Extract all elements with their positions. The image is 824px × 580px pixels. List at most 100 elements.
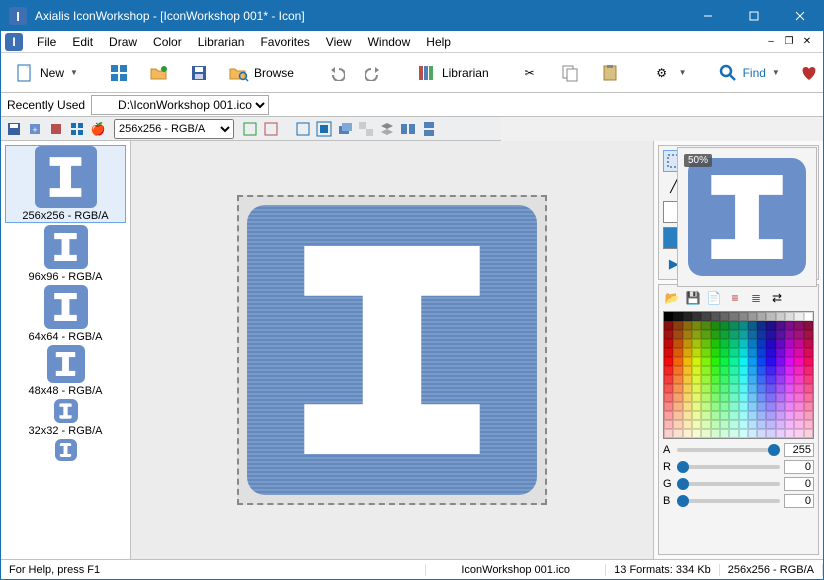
find-button[interactable]: Find ▼ (710, 58, 787, 88)
recent-select[interactable]: D:\IconWorkshop 001.ico (91, 95, 269, 115)
menu-view[interactable]: View (318, 33, 360, 51)
resolution-item[interactable]: 64x64 - RGB/A (5, 285, 126, 343)
app-icon: I (9, 7, 27, 25)
recent-combo[interactable]: I D:\IconWorkshop 001.ico (91, 95, 817, 115)
palette-new-icon[interactable]: 📄 (705, 289, 723, 307)
mdi-minimize-icon[interactable]: – (763, 35, 779, 49)
alpha-slider[interactable] (677, 448, 780, 452)
recent-label: Recently Used (7, 98, 85, 112)
status-help: For Help, press F1 (1, 564, 426, 576)
menu-bar: I File Edit Draw Color Librarian Favorit… (1, 31, 823, 53)
title-bar: I Axialis IconWorkshop - [IconWorkshop 0… (1, 1, 823, 31)
chevron-down-icon: ▼ (679, 68, 687, 77)
green-label: G (663, 478, 673, 490)
palette-swap-icon[interactable]: ⇄ (768, 289, 786, 307)
redo-button[interactable] (357, 58, 393, 88)
save-button[interactable] (181, 58, 217, 88)
canvas-area[interactable] (131, 141, 653, 559)
paste-icon (599, 62, 621, 84)
minimize-button[interactable] (685, 1, 731, 31)
alpha-value[interactable]: 255 (784, 443, 814, 457)
menu-favorites[interactable]: Favorites (252, 33, 317, 51)
new-label: New (40, 66, 64, 80)
layers-icon[interactable] (336, 120, 354, 138)
cut-button[interactable]: ✂ (512, 58, 548, 88)
mdi-controls: – ❐ ✕ (763, 35, 819, 49)
resolution-item[interactable]: 48x48 - RGB/A (5, 345, 126, 397)
librarian-label: Librarian (442, 66, 489, 80)
resolution-list[interactable]: 256x256 - RGB/A 96x96 - RGB/A64x64 - RGB/… (1, 141, 130, 559)
menu-help[interactable]: Help (418, 33, 459, 51)
menu-color[interactable]: Color (145, 33, 190, 51)
tile-h-icon[interactable] (399, 120, 417, 138)
resolution-select[interactable]: 256x256 - RGB/A (114, 119, 234, 139)
menu-file[interactable]: File (29, 33, 64, 51)
books-icon (416, 62, 438, 84)
undo-icon (324, 62, 346, 84)
green-value[interactable]: 0 (784, 477, 814, 491)
folder-open-icon (148, 62, 170, 84)
heart-icon (798, 62, 820, 84)
find-label: Find (743, 66, 766, 80)
status-bar: For Help, press F1 IconWorkshop 001.ico … (1, 559, 823, 579)
search-icon (717, 62, 739, 84)
save-format-icon[interactable] (5, 120, 23, 138)
resolution-item[interactable]: 32x32 - RGB/A (5, 399, 126, 437)
open-button[interactable] (141, 58, 177, 88)
color-palette[interactable] (663, 311, 814, 439)
resolution-label: 32x32 - RGB/A (29, 425, 103, 437)
maximize-button[interactable] (731, 1, 777, 31)
settings-button[interactable]: ⚙▼ (644, 58, 694, 88)
mdi-restore-icon[interactable]: ❐ (781, 35, 797, 49)
palette-save-icon[interactable]: 💾 (684, 289, 702, 307)
copy-button[interactable] (552, 58, 588, 88)
red-slider[interactable] (677, 465, 780, 469)
transparency-icon[interactable] (357, 120, 375, 138)
resolution-label: 256x256 - RGB/A (22, 210, 108, 222)
new-button[interactable]: New ▼ (7, 58, 85, 88)
zoom-fit-icon[interactable] (294, 120, 312, 138)
delete-format-icon[interactable] (47, 120, 65, 138)
zoom-badge: 50% (684, 154, 712, 167)
menu-draw[interactable]: Draw (101, 33, 145, 51)
tile-v-icon[interactable] (420, 120, 438, 138)
librarian-button[interactable]: Librarian (409, 58, 496, 88)
blue-label: B (663, 495, 673, 507)
new-format-icon[interactable]: + (26, 120, 44, 138)
favorites-button[interactable]: Favorites ▼ (791, 58, 824, 88)
resolution-item[interactable] (5, 439, 126, 463)
red-value[interactable]: 0 (784, 460, 814, 474)
resolution-item[interactable]: 256x256 - RGB/A (5, 145, 126, 223)
paste-button[interactable] (592, 58, 628, 88)
grid-icon (108, 62, 130, 84)
mdi-close-icon[interactable]: ✕ (799, 35, 815, 49)
palette-sort-icon[interactable]: ≡ (726, 289, 744, 307)
apple-icon[interactable]: 🍎 (89, 120, 107, 138)
menu-librarian[interactable]: Librarian (190, 33, 253, 51)
palette-open-icon[interactable]: 📂 (663, 289, 681, 307)
blue-value[interactable]: 0 (784, 494, 814, 508)
resolution-item[interactable]: 96x96 - RGB/A (5, 225, 126, 283)
grid-button[interactable] (101, 58, 137, 88)
blue-slider[interactable] (677, 499, 780, 503)
canvas-pixels[interactable] (247, 205, 537, 495)
menu-window[interactable]: Window (360, 33, 419, 51)
canvas-frame (237, 195, 547, 505)
tool-a-icon[interactable] (241, 120, 259, 138)
preview-panel: 50% (677, 147, 817, 287)
zoom-actual-icon[interactable] (315, 120, 333, 138)
redo-icon (364, 62, 386, 84)
copy-icon (559, 62, 581, 84)
windows-icon[interactable] (68, 120, 86, 138)
main-toolbar: New ▼ Browse Librarian ✂ ⚙▼ Find ▼ Favor… (1, 53, 823, 93)
browse-button[interactable]: Browse (221, 58, 301, 88)
green-slider[interactable] (677, 482, 780, 486)
palette-sort2-icon[interactable]: ≣ (747, 289, 765, 307)
tool-b-icon[interactable] (262, 120, 280, 138)
menu-edit[interactable]: Edit (64, 33, 101, 51)
undo-button[interactable] (317, 58, 353, 88)
stack-icon[interactable] (378, 120, 396, 138)
resolution-label: 48x48 - RGB/A (29, 385, 103, 397)
close-button[interactable] (777, 1, 823, 31)
chevron-down-icon: ▼ (772, 68, 780, 77)
